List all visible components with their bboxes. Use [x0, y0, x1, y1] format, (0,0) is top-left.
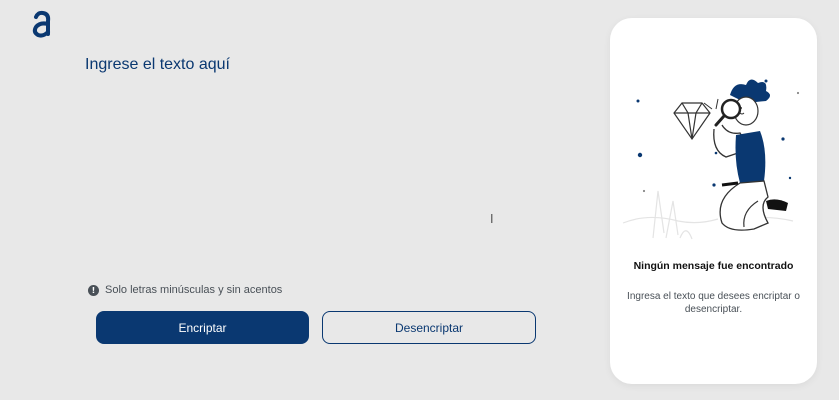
info-icon: ! [88, 284, 99, 296]
empty-state-message: Ingresa el texto que desees encriptar o … [627, 291, 800, 315]
output-panel: Ningún mensaje fue encontrado Ingresa el… [610, 18, 817, 384]
person-with-magnifying-glass-icon [622, 79, 800, 240]
text-cursor-icon: I [490, 212, 494, 226]
alura-logo-icon[interactable] [28, 10, 56, 40]
input-hint: ! Solo letras minúsculas y sin acentos [88, 284, 282, 296]
hint-text: Solo letras minúsculas y sin acentos [105, 284, 283, 296]
app-page: I ! Solo letras minúsculas y sin acentos… [0, 0, 839, 400]
empty-state-title: Ningún mensaje fue encontrado [633, 260, 794, 272]
decrypt-button[interactable]: Desencriptar [322, 311, 536, 344]
encrypt-button[interactable]: Encriptar [96, 311, 309, 344]
message-input[interactable] [85, 52, 555, 252]
